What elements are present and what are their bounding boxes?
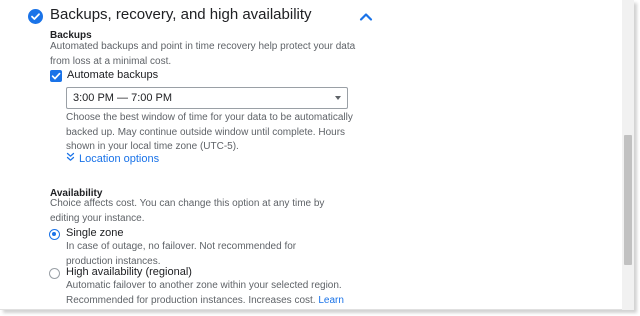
single-zone-radio[interactable] [49, 229, 60, 240]
high-availability-description-text: Automatic failover to another zone withi… [66, 280, 342, 306]
section-title: Backups, recovery, and high availability [50, 6, 312, 23]
backups-description: Automated backups and point in time reco… [50, 41, 356, 67]
check-circle-icon [28, 9, 43, 24]
high-availability-radio[interactable] [49, 268, 60, 279]
chevron-up-icon [359, 13, 373, 21]
collapse-section-button[interactable] [355, 6, 377, 28]
backup-window-select[interactable]: 3:00 PM — 7:00 PM [66, 87, 348, 109]
dialog-frame: Backups, recovery, and high availability… [0, 0, 634, 310]
automate-backups-checkbox[interactable] [50, 70, 62, 82]
checkmark-icon [51, 72, 61, 80]
single-zone-description: In case of outage, no failover. Not reco… [66, 241, 297, 267]
high-availability-label[interactable]: High availability (regional) [66, 266, 192, 278]
dropdown-arrow-icon [335, 96, 341, 100]
form-content: Backups, recovery, and high availability… [0, 0, 622, 310]
location-options-link[interactable]: Location options [66, 152, 159, 165]
location-options-label: Location options [79, 153, 160, 165]
backup-window-help: Choose the best window of time for your … [66, 112, 353, 152]
chevron-double-down-icon [66, 152, 75, 161]
availability-description: Choice affects cost. You can change this… [50, 198, 325, 224]
high-availability-description: Automatic failover to another zone withi… [66, 279, 366, 310]
scrollbar-thumb[interactable] [624, 135, 632, 265]
automate-backups-label[interactable]: Automate backups [67, 69, 158, 81]
backup-window-value: 3:00 PM — 7:00 PM [73, 92, 173, 104]
scrollbar[interactable] [622, 0, 634, 310]
single-zone-label[interactable]: Single zone [66, 227, 124, 239]
